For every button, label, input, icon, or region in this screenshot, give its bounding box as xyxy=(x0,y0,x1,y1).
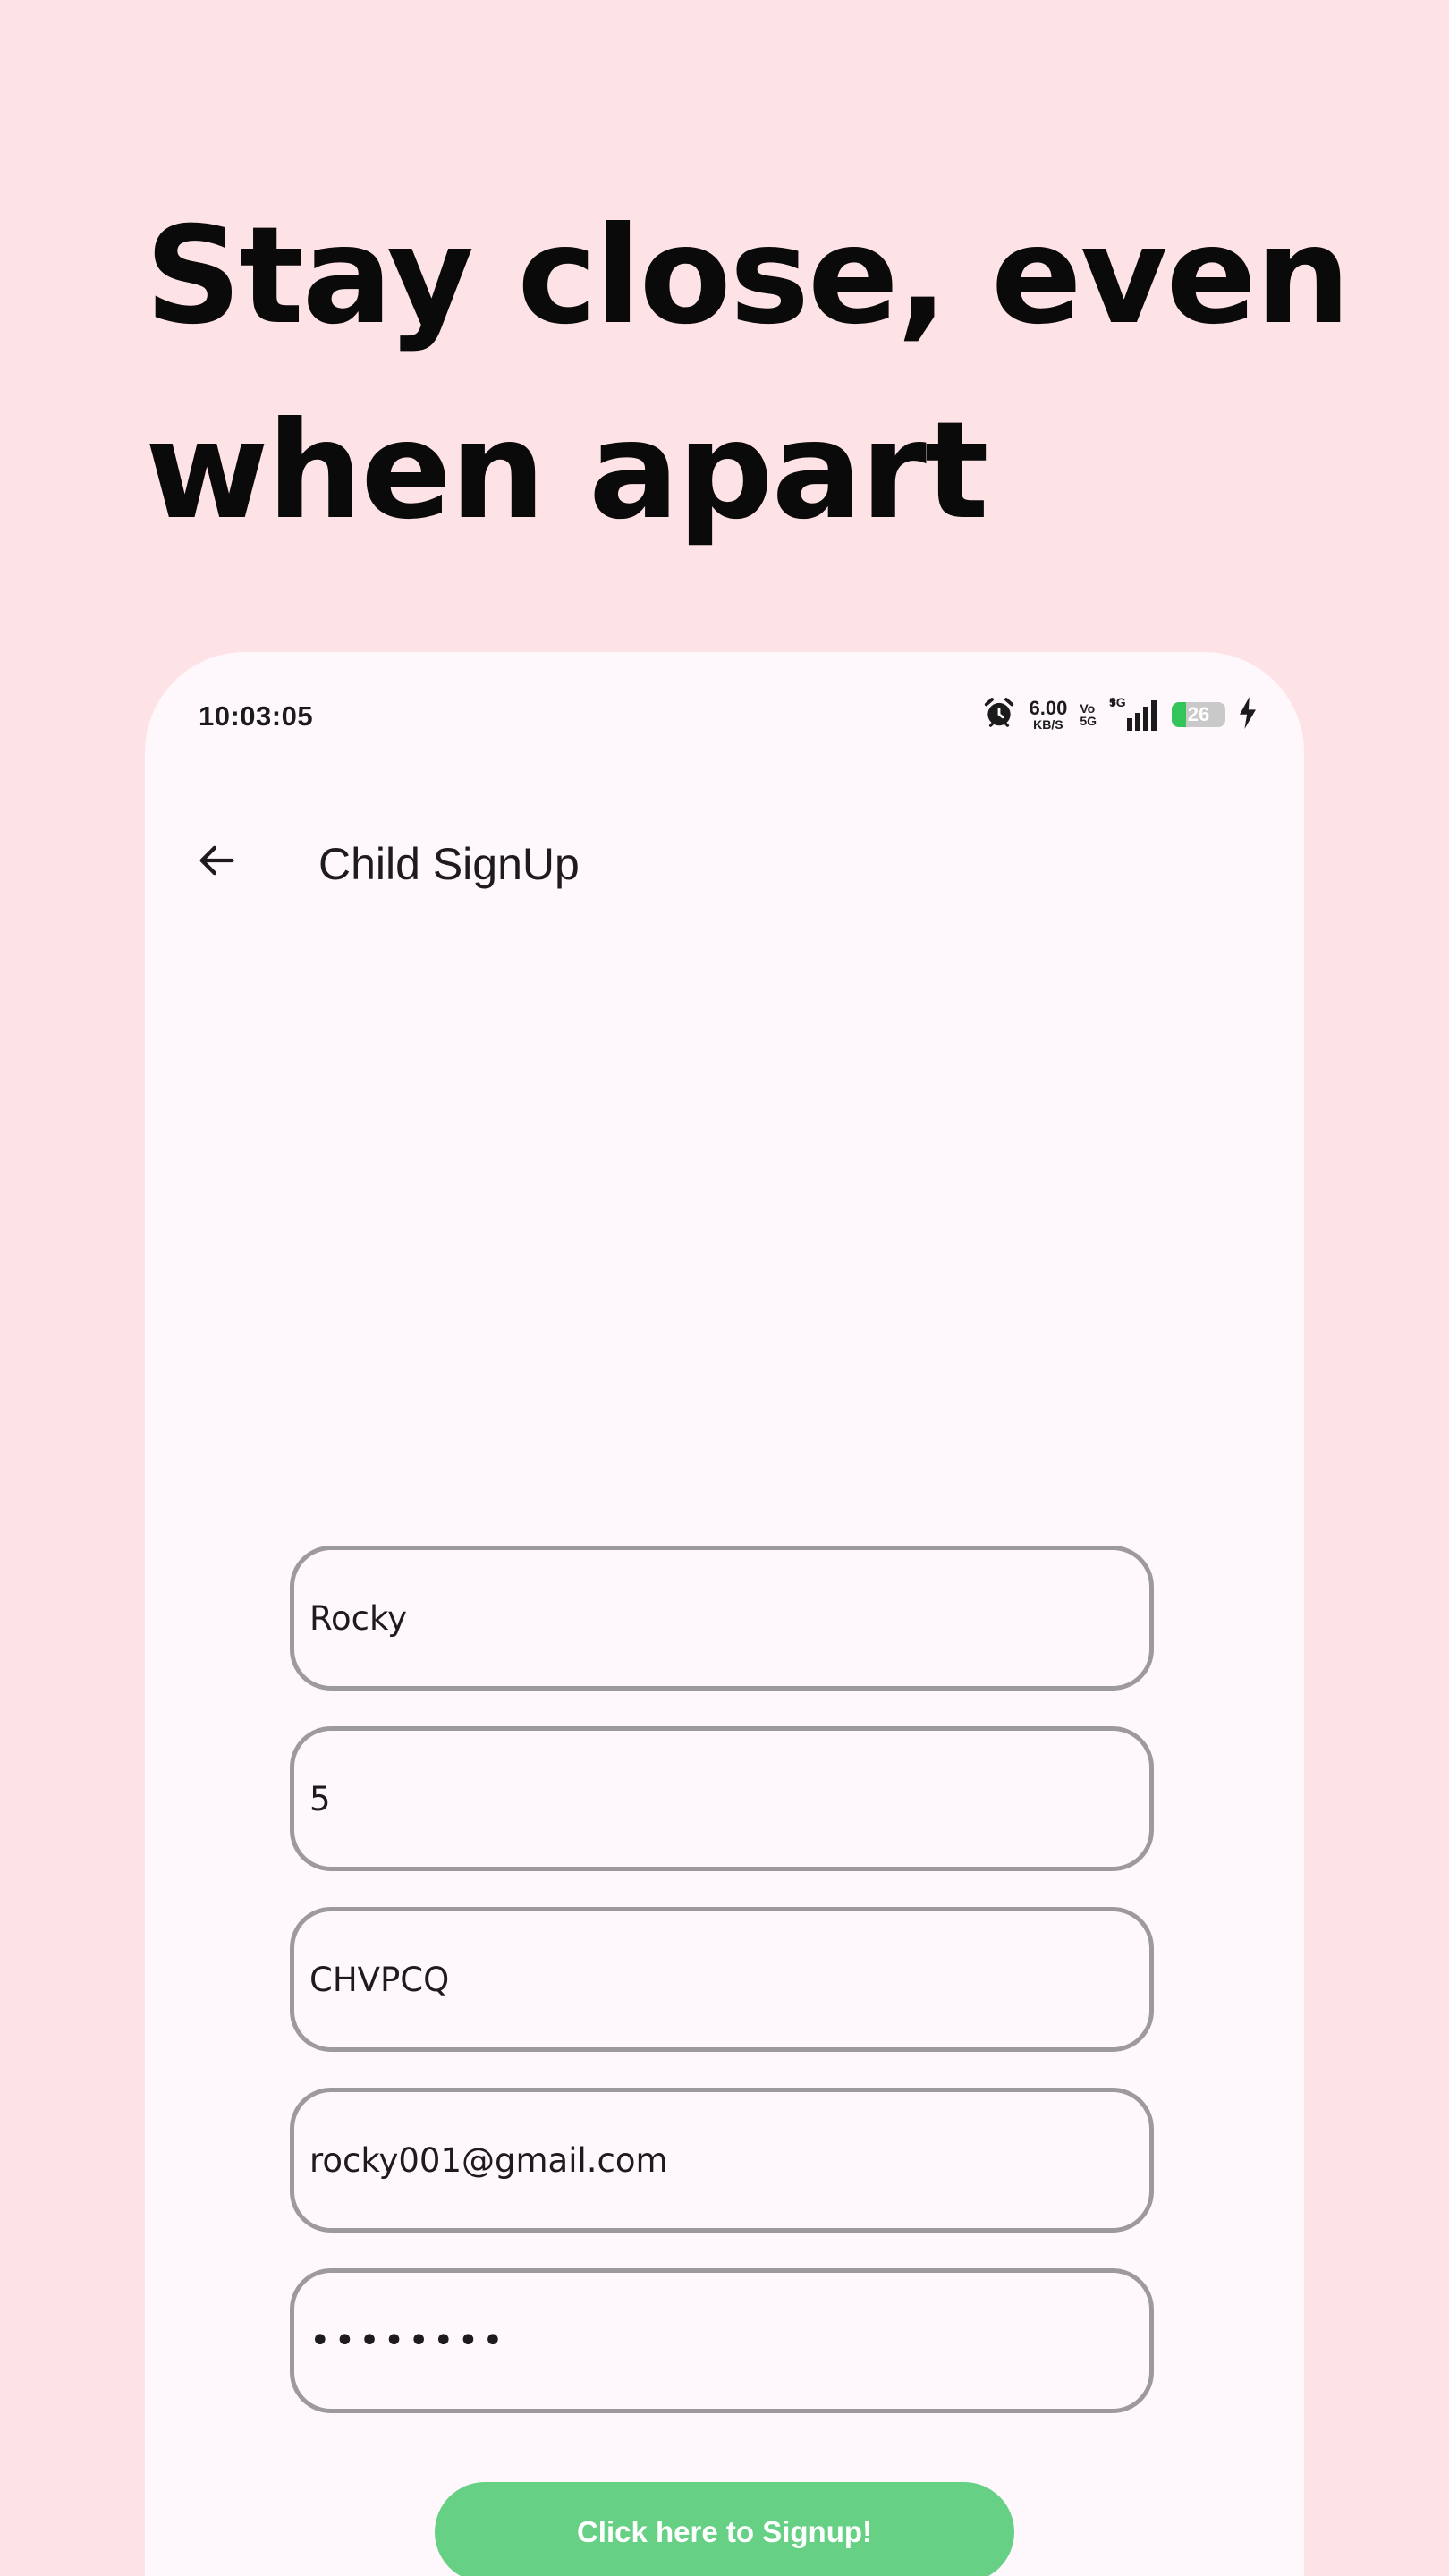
alarm-icon xyxy=(982,696,1016,734)
charging-icon xyxy=(1238,696,1258,733)
code-field[interactable]: CHVPCQ xyxy=(290,1907,1154,2052)
battery-icon: 26 xyxy=(1172,702,1225,727)
network-speed-value: 6.00 xyxy=(1029,697,1068,719)
headline-line-1: Stay close, even xyxy=(145,199,1351,354)
volte-top: Vo xyxy=(1080,701,1096,716)
volte-bottom: 5G xyxy=(1080,714,1097,728)
name-field[interactable]: Rocky xyxy=(290,1546,1154,1690)
battery-level: 26 xyxy=(1187,703,1210,725)
password-field[interactable]: •••••••• xyxy=(290,2268,1154,2413)
signal-icon: 5G xyxy=(1109,695,1159,733)
page-title: Child SignUp xyxy=(318,839,580,889)
email-field[interactable]: rocky001@gmail.com xyxy=(290,2088,1154,2233)
headline: Stay close, even when apart xyxy=(145,179,1361,569)
app-bar: Child SignUp xyxy=(145,813,1304,911)
status-icons: 6.00 KB/S Vo 5G 5G 26 xyxy=(982,695,1258,734)
network-speed: 6.00 KB/S xyxy=(1029,697,1068,732)
network-speed-unit: KB/S xyxy=(1033,717,1063,732)
back-button[interactable] xyxy=(181,826,252,898)
battery-fill xyxy=(1172,702,1186,727)
phone-screen: 10:03:05 6.00 KB/S Vo 5G 5G 26 Child Sig… xyxy=(145,652,1304,2576)
status-bar: 10:03:05 6.00 KB/S Vo 5G 5G 26 xyxy=(145,652,1304,786)
headline-line-2: when apart xyxy=(145,394,989,549)
signup-button[interactable]: Click here to Signup! xyxy=(435,2482,1014,2576)
status-time: 10:03:05 xyxy=(199,700,314,732)
arrow-left-icon xyxy=(193,837,240,888)
volte-indicator: Vo 5G xyxy=(1080,702,1097,727)
age-field[interactable]: 5 xyxy=(290,1726,1154,1871)
